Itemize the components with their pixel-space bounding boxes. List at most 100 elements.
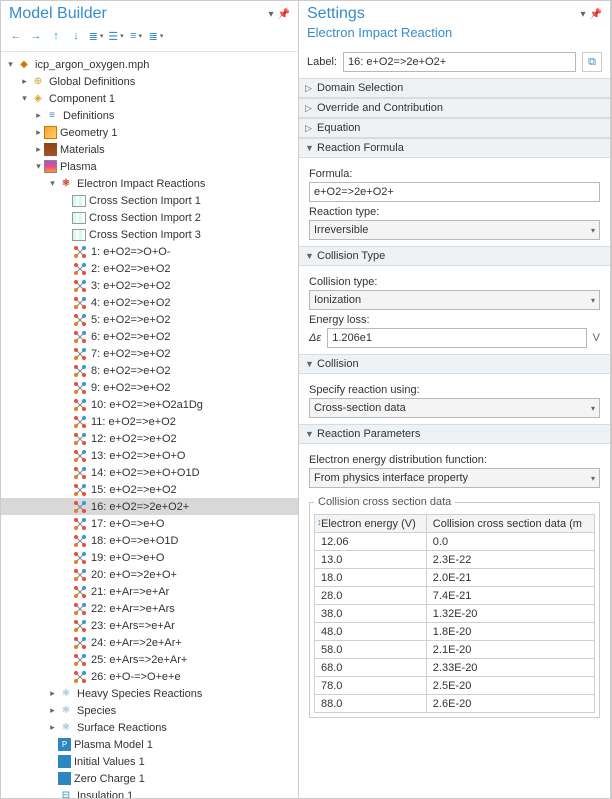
tree-item[interactable]: Cross Section Import 3 bbox=[1, 226, 298, 243]
pin-icon[interactable]: 📌 bbox=[590, 9, 602, 20]
cell-energy[interactable]: 18.0 bbox=[315, 569, 427, 587]
section-collision-type[interactable]: ▼ Collision Type bbox=[299, 246, 610, 266]
tree-item[interactable]: ▸⊕Global Definitions bbox=[1, 73, 298, 90]
tree-item[interactable]: 7: e+O2=>e+O2 bbox=[1, 345, 298, 362]
tree-item[interactable]: 2: e+O2=>e+O2 bbox=[1, 260, 298, 277]
tree-item[interactable]: 5: e+O2=>e+O2 bbox=[1, 311, 298, 328]
tree-item[interactable]: 11: e+O2=>e+O2 bbox=[1, 413, 298, 430]
tree-item[interactable]: 10: e+O2=>e+O2a1Dg bbox=[1, 396, 298, 413]
tree-item[interactable]: 23: e+Ars=>e+Ar bbox=[1, 617, 298, 634]
goto-source-button[interactable]: ⧉ bbox=[582, 52, 602, 72]
cell-energy[interactable]: 78.0 bbox=[315, 677, 427, 695]
table-row[interactable]: 78.02.5E-20 bbox=[315, 677, 595, 695]
expand-icon[interactable]: ▸ bbox=[47, 688, 58, 699]
table-row[interactable]: 88.02.6E-20 bbox=[315, 695, 595, 713]
expand-icon[interactable]: ▸ bbox=[33, 127, 44, 138]
table-row[interactable]: 18.02.0E-21 bbox=[315, 569, 595, 587]
cell-energy[interactable]: 28.0 bbox=[315, 587, 427, 605]
expand-icon[interactable]: ▸ bbox=[33, 144, 44, 155]
tree-item[interactable]: 26: e+O-=>O+e+e bbox=[1, 668, 298, 685]
expand-icon[interactable]: ▸ bbox=[47, 705, 58, 716]
cross-section-table[interactable]: ↕Electron energy (V) Collision cross sec… bbox=[314, 514, 595, 713]
cell-energy[interactable]: 88.0 bbox=[315, 695, 427, 713]
cell-energy[interactable]: 48.0 bbox=[315, 623, 427, 641]
tree-item[interactable]: Zero Charge 1 bbox=[1, 770, 298, 787]
section-reaction-parameters[interactable]: ▼ Reaction Parameters bbox=[299, 424, 610, 444]
tree-item[interactable]: 25: e+Ars=>2e+Ar+ bbox=[1, 651, 298, 668]
eedf-select[interactable]: From physics interface property bbox=[309, 468, 600, 488]
section-reaction-formula[interactable]: ▼ Reaction Formula bbox=[299, 138, 610, 158]
tree-item[interactable]: PPlasma Model 1 bbox=[1, 736, 298, 753]
cell-cross-section[interactable]: 2.5E-20 bbox=[426, 677, 594, 695]
cell-cross-section[interactable]: 0.0 bbox=[426, 533, 594, 551]
table-row[interactable]: 58.02.1E-20 bbox=[315, 641, 595, 659]
col-electron-energy[interactable]: ↕Electron energy (V) bbox=[315, 515, 427, 533]
expand-icon[interactable]: ▸ bbox=[19, 76, 30, 87]
cell-cross-section[interactable]: 1.32E-20 bbox=[426, 605, 594, 623]
cell-cross-section[interactable]: 2.6E-20 bbox=[426, 695, 594, 713]
expand-button[interactable]: ≡ bbox=[127, 27, 145, 45]
expand-icon[interactable]: ▾ bbox=[33, 161, 44, 172]
view-button[interactable]: ≣ bbox=[147, 27, 165, 45]
expand-icon[interactable]: ▸ bbox=[33, 110, 44, 121]
tree-item[interactable]: 12: e+O2=>e+O2 bbox=[1, 430, 298, 447]
tree-item[interactable]: 6: e+O2=>e+O2 bbox=[1, 328, 298, 345]
tree-item[interactable]: Initial Values 1 bbox=[1, 753, 298, 770]
expand-icon[interactable]: ▸ bbox=[47, 722, 58, 733]
tree-item[interactable]: 19: e+O=>e+O bbox=[1, 549, 298, 566]
cell-energy[interactable]: 13.0 bbox=[315, 551, 427, 569]
tree-item[interactable]: 18: e+O=>e+O1D bbox=[1, 532, 298, 549]
tree-item[interactable]: ▸Geometry 1 bbox=[1, 124, 298, 141]
table-row[interactable]: 28.07.4E-21 bbox=[315, 587, 595, 605]
cell-cross-section[interactable]: 7.4E-21 bbox=[426, 587, 594, 605]
tree-item[interactable]: ▸⚛Species bbox=[1, 702, 298, 719]
nav-down-button[interactable]: ↓ bbox=[67, 27, 85, 45]
model-tree[interactable]: ▾◆icp_argon_oxygen.mph▸⊕Global Definitio… bbox=[1, 52, 298, 798]
tree-item[interactable]: 3: e+O2=>e+O2 bbox=[1, 277, 298, 294]
tree-item[interactable]: 16: e+O2=>2e+O2+ bbox=[1, 498, 298, 515]
tree-item[interactable]: 13: e+O2=>e+O+O bbox=[1, 447, 298, 464]
section-collision[interactable]: ▼ Collision bbox=[299, 354, 610, 374]
table-row[interactable]: 13.02.3E-22 bbox=[315, 551, 595, 569]
tree-item[interactable]: 20: e+O=>2e+O+ bbox=[1, 566, 298, 583]
formula-input[interactable] bbox=[309, 182, 600, 202]
nav-back-button[interactable]: ← bbox=[7, 27, 25, 45]
tree-item[interactable]: 21: e+Ar=>e+Ar bbox=[1, 583, 298, 600]
label-input[interactable] bbox=[343, 52, 576, 72]
cell-cross-section[interactable]: 2.1E-20 bbox=[426, 641, 594, 659]
tree-item[interactable]: 1: e+O2=>O+O- bbox=[1, 243, 298, 260]
tree-item[interactable]: ▸Materials bbox=[1, 141, 298, 158]
table-row[interactable]: 48.01.8E-20 bbox=[315, 623, 595, 641]
cell-cross-section[interactable]: 1.8E-20 bbox=[426, 623, 594, 641]
tree-item[interactable]: 14: e+O2=>e+O+O1D bbox=[1, 464, 298, 481]
tree-item[interactable]: ▾Plasma bbox=[1, 158, 298, 175]
expand-icon[interactable]: ▾ bbox=[47, 178, 58, 189]
tree-item[interactable]: ▸⚛Heavy Species Reactions bbox=[1, 685, 298, 702]
cell-energy[interactable]: 38.0 bbox=[315, 605, 427, 623]
energy-loss-input[interactable] bbox=[327, 328, 586, 348]
tree-item[interactable]: Cross Section Import 1 bbox=[1, 192, 298, 209]
collapse-button[interactable]: ☰ bbox=[107, 27, 125, 45]
tree-item[interactable]: 15: e+O2=>e+O2 bbox=[1, 481, 298, 498]
tree-item[interactable]: 22: e+Ar=>e+Ars bbox=[1, 600, 298, 617]
cell-energy[interactable]: 68.0 bbox=[315, 659, 427, 677]
tree-item[interactable]: Cross Section Import 2 bbox=[1, 209, 298, 226]
tree-item[interactable]: ▾◈Component 1 bbox=[1, 90, 298, 107]
expand-icon[interactable]: ▾ bbox=[19, 93, 30, 104]
cell-energy[interactable]: 12.06 bbox=[315, 533, 427, 551]
specify-reaction-select[interactable]: Cross-section data bbox=[309, 398, 600, 418]
table-row[interactable]: 68.02.33E-20 bbox=[315, 659, 595, 677]
section-domain-selection[interactable]: ▷ Domain Selection bbox=[299, 78, 610, 98]
show-button[interactable]: ≣ bbox=[87, 27, 105, 45]
tree-item[interactable]: 4: e+O2=>e+O2 bbox=[1, 294, 298, 311]
tree-item[interactable]: ▾◆icp_argon_oxygen.mph bbox=[1, 56, 298, 73]
tree-item[interactable]: ⊟Insulation 1 bbox=[1, 787, 298, 798]
table-row[interactable]: 38.01.32E-20 bbox=[315, 605, 595, 623]
section-equation[interactable]: ▷ Equation bbox=[299, 118, 610, 138]
tree-item[interactable]: 9: e+O2=>e+O2 bbox=[1, 379, 298, 396]
tree-item[interactable]: 17: e+O=>e+O bbox=[1, 515, 298, 532]
expand-icon[interactable]: ▾ bbox=[5, 59, 16, 70]
col-cross-section[interactable]: Collision cross section data (m bbox=[426, 515, 594, 533]
reaction-type-select[interactable]: Irreversible bbox=[309, 220, 600, 240]
pin-icon[interactable]: 📌 bbox=[278, 9, 290, 20]
